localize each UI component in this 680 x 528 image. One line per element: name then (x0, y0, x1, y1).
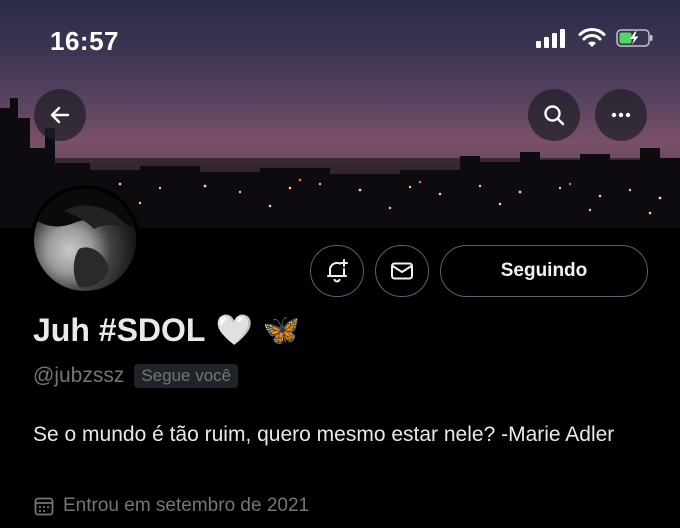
white-heart-emoji: 🤍 (215, 314, 253, 347)
profile-bio: Se o mundo é tão ruim, quero mesmo estar… (33, 423, 615, 446)
joined-date-text: Entrou em setembro de 2021 (63, 495, 310, 516)
back-button[interactable] (34, 89, 86, 141)
calendar-icon (34, 497, 54, 516)
following-button[interactable]: Seguindo (440, 245, 648, 297)
profile-avatar[interactable] (30, 185, 140, 295)
butterfly-emoji: 🦋 (262, 314, 301, 347)
signal-icon (536, 29, 565, 48)
avatar-image (34, 189, 136, 291)
wifi-icon (578, 28, 606, 47)
status-icons (536, 28, 654, 48)
joined-date-row: Entrou em setembro de 2021 (33, 495, 309, 517)
search-button[interactable] (528, 89, 580, 141)
notifications-button[interactable] (310, 245, 364, 297)
handle-row: @jubzssz Segue você (33, 364, 239, 388)
profile-name-row: Juh #SDOL 🤍 🦋 (33, 312, 300, 349)
follows-you-badge: Segue você (134, 364, 239, 388)
bell-plus-icon (327, 259, 348, 283)
message-button[interactable] (375, 245, 429, 297)
envelope-icon (391, 262, 413, 280)
arrow-left-icon (50, 106, 70, 124)
status-time: 16:57 (50, 26, 119, 56)
profile-handle: @jubzssz (33, 364, 125, 387)
battery-charging-icon (616, 29, 653, 47)
more-options-button[interactable] (595, 89, 647, 141)
status-bar: 16:57 (0, 0, 680, 80)
more-horizontal-icon (611, 112, 631, 118)
display-name: Juh #SDOL (33, 312, 206, 348)
search-icon (544, 105, 565, 126)
